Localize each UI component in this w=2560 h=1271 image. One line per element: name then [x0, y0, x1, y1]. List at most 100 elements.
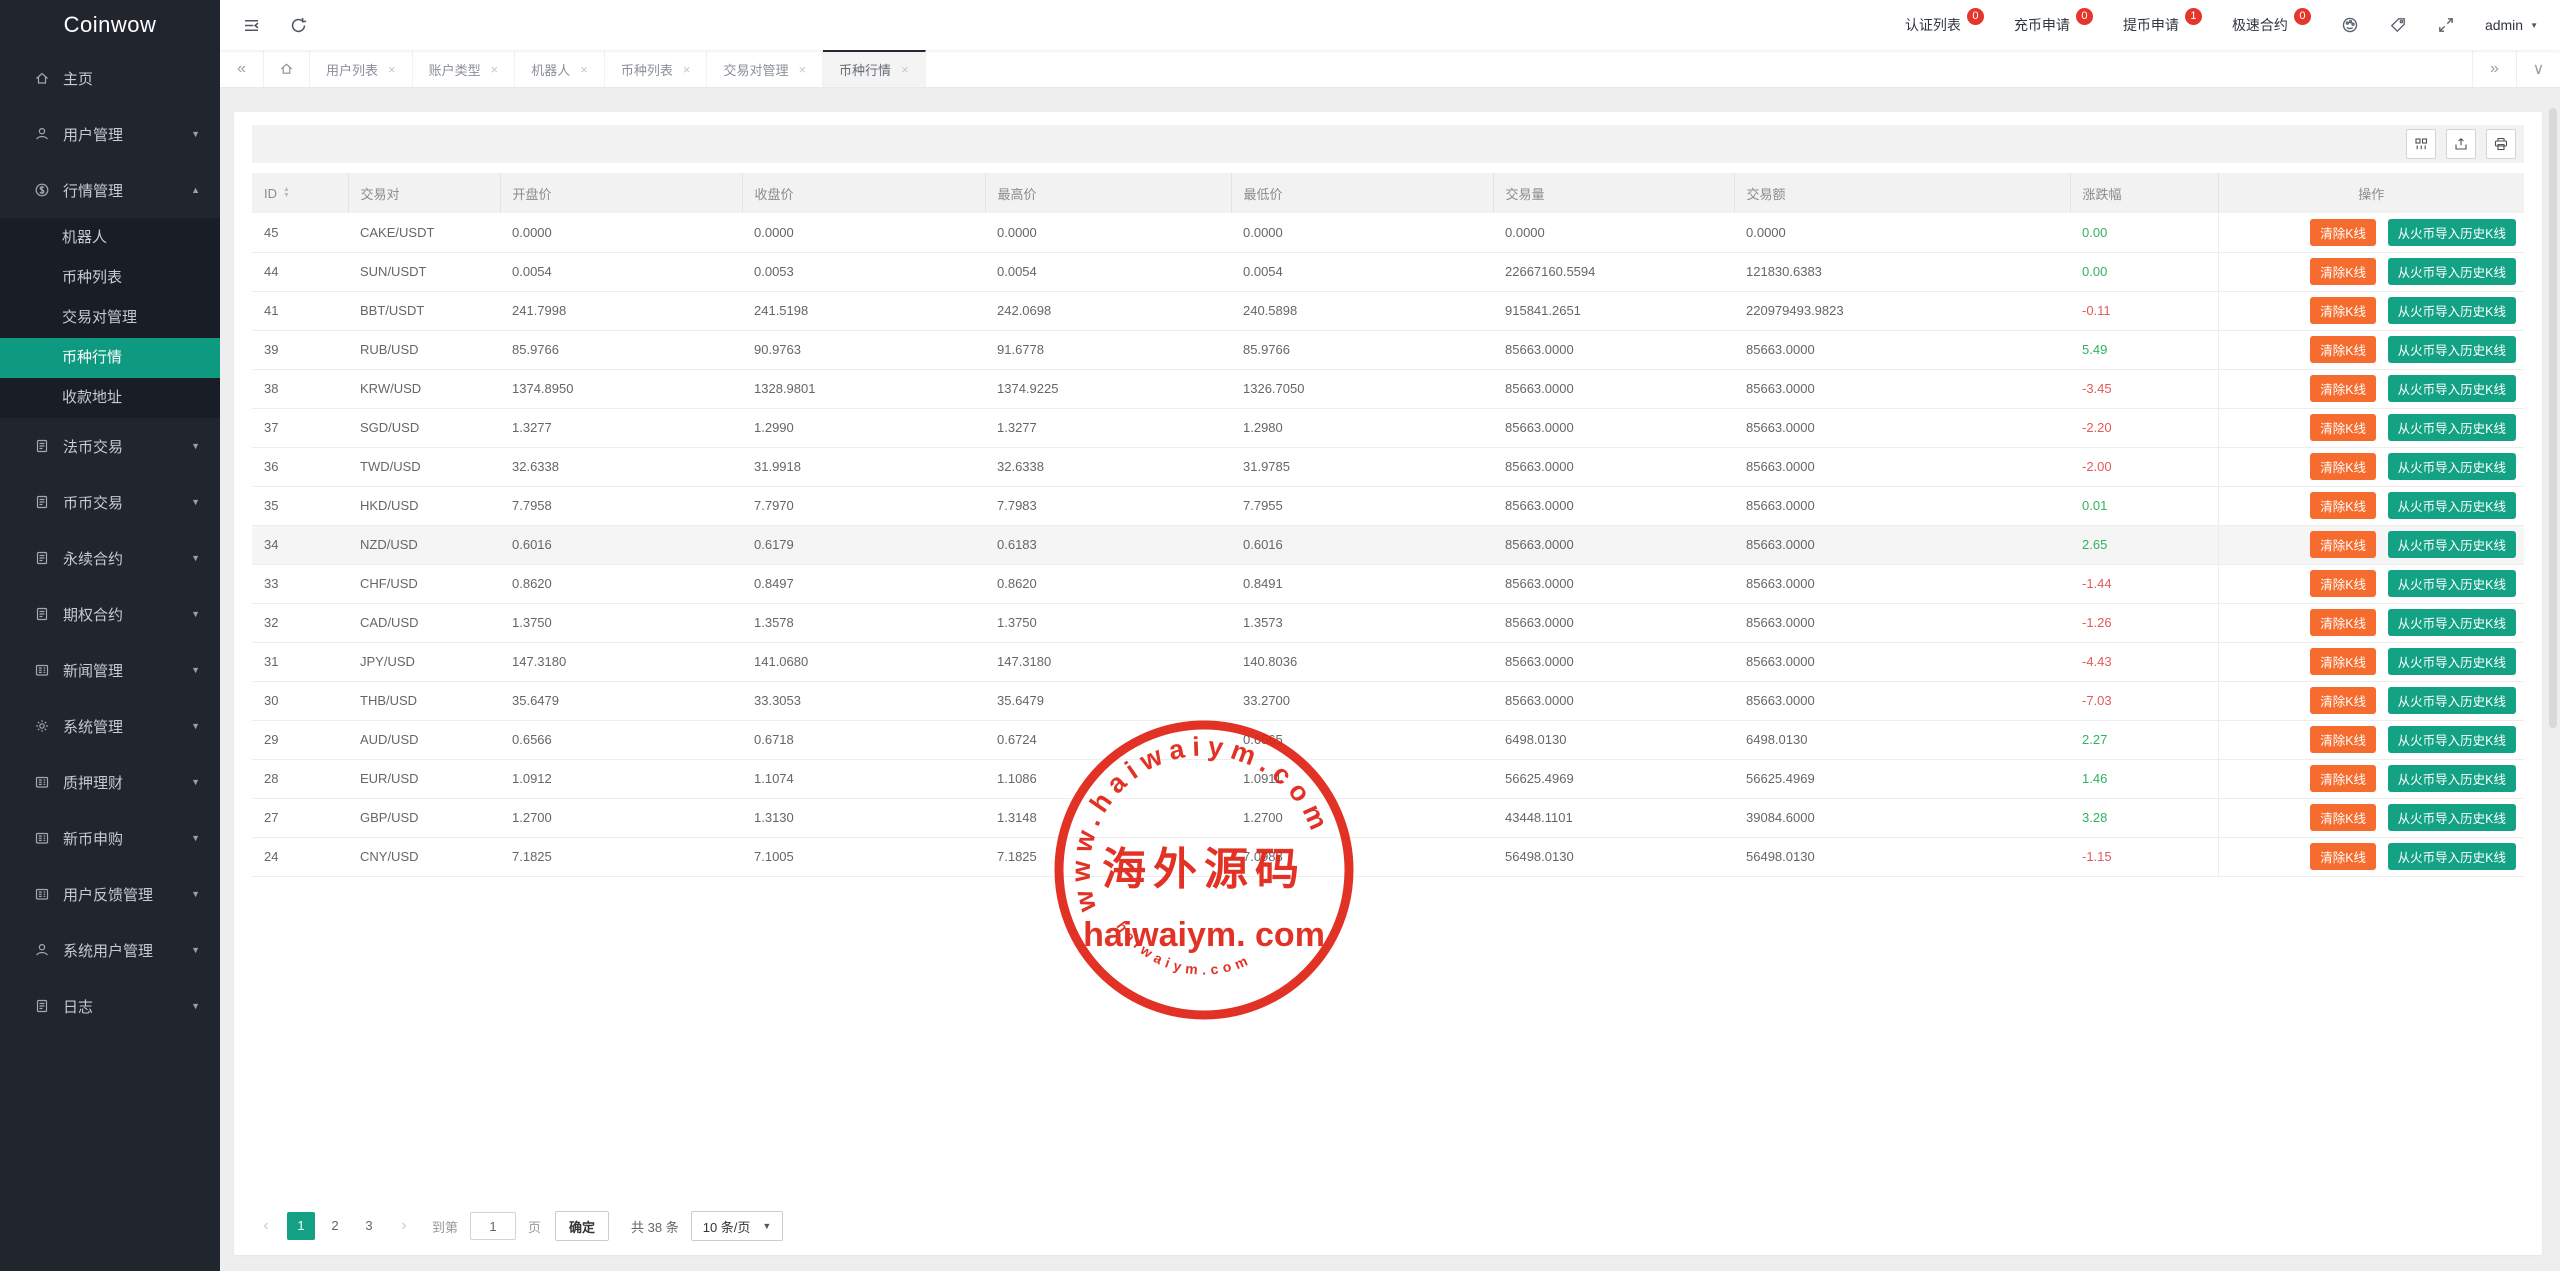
- export-button[interactable]: [2446, 129, 2476, 159]
- tabs-scroll-left[interactable]: «: [220, 50, 264, 87]
- import-kline-button[interactable]: 从火币导入历史K线: [2388, 726, 2516, 753]
- sidebar-item-options[interactable]: 期权合约 ▼: [0, 586, 220, 642]
- table-row[interactable]: 24 CNY/USD 7.1825 7.1005 7.1825 7.0988 5…: [252, 837, 2524, 876]
- clear-kline-button[interactable]: 清除K线: [2310, 765, 2376, 792]
- clear-kline-button[interactable]: 清除K线: [2310, 219, 2376, 246]
- import-kline-button[interactable]: 从火币导入历史K线: [2388, 258, 2516, 285]
- sidebar-item-deposit-address[interactable]: 收款地址: [0, 378, 220, 418]
- import-kline-button[interactable]: 从火币导入历史K线: [2388, 531, 2516, 558]
- fullscreen-icon[interactable]: [2437, 16, 2455, 34]
- table-row[interactable]: 29 AUD/USD 0.6566 0.6718 0.6724 0.6565 6…: [252, 720, 2524, 759]
- sidebar-item-feedback-mgmt[interactable]: 用户反馈管理 ▼: [0, 866, 220, 922]
- clear-kline-button[interactable]: 清除K线: [2310, 726, 2376, 753]
- clear-kline-button[interactable]: 清除K线: [2310, 453, 2376, 480]
- table-row[interactable]: 36 TWD/USD 32.6338 31.9918 32.6338 31.97…: [252, 447, 2524, 486]
- sidebar-item-home[interactable]: 主页: [0, 50, 220, 106]
- table-row[interactable]: 30 THB/USD 35.6479 33.3053 35.6479 33.27…: [252, 681, 2524, 720]
- tab-robot[interactable]: 机器人 ×: [515, 50, 605, 87]
- close-icon[interactable]: ×: [491, 62, 499, 77]
- clear-kline-button[interactable]: 清除K线: [2310, 570, 2376, 597]
- sidebar-item-fiat-trade[interactable]: 法币交易 ▼: [0, 418, 220, 474]
- prev-page-icon[interactable]: ‹: [252, 1212, 280, 1240]
- menu-deposit-request[interactable]: 充币申请 0: [2014, 15, 2093, 35]
- scrollbar-thumb[interactable]: [2549, 108, 2557, 728]
- menu-withdraw-request[interactable]: 提币申请 1: [2123, 15, 2202, 35]
- import-kline-button[interactable]: 从火币导入历史K线: [2388, 414, 2516, 441]
- clear-kline-button[interactable]: 清除K线: [2310, 375, 2376, 402]
- print-button[interactable]: [2486, 129, 2516, 159]
- sidebar-item-robot[interactable]: 机器人: [0, 218, 220, 258]
- table-row[interactable]: 35 HKD/USD 7.7958 7.7970 7.7983 7.7955 8…: [252, 486, 2524, 525]
- import-kline-button[interactable]: 从火币导入历史K线: [2388, 375, 2516, 402]
- tab-user-list[interactable]: 用户列表 ×: [310, 50, 413, 87]
- table-row[interactable]: 28 EUR/USD 1.0912 1.1074 1.1086 1.0911 5…: [252, 759, 2524, 798]
- import-kline-button[interactable]: 从火币导入历史K线: [2388, 687, 2516, 714]
- table-row[interactable]: 45 CAKE/USDT 0.0000 0.0000 0.0000 0.0000…: [252, 213, 2524, 252]
- table-row[interactable]: 32 CAD/USD 1.3750 1.3578 1.3750 1.3573 8…: [252, 603, 2524, 642]
- clear-kline-button[interactable]: 清除K线: [2310, 336, 2376, 363]
- confirm-button[interactable]: 确定: [555, 1211, 609, 1241]
- import-kline-button[interactable]: 从火币导入历史K线: [2388, 297, 2516, 324]
- clear-kline-button[interactable]: 清除K线: [2310, 804, 2376, 831]
- clear-kline-button[interactable]: 清除K线: [2310, 258, 2376, 285]
- sidebar-item-market-mgmt[interactable]: 行情管理 ▲: [0, 162, 220, 218]
- clear-kline-button[interactable]: 清除K线: [2310, 843, 2376, 870]
- import-kline-button[interactable]: 从火币导入历史K线: [2388, 336, 2516, 363]
- sidebar-item-user-mgmt[interactable]: 用户管理 ▼: [0, 106, 220, 162]
- import-kline-button[interactable]: 从火币导入历史K线: [2388, 570, 2516, 597]
- clear-kline-button[interactable]: 清除K线: [2310, 414, 2376, 441]
- refresh-icon[interactable]: [289, 16, 308, 35]
- sidebar-item-sys-user-mgmt[interactable]: 系统用户管理 ▼: [0, 922, 220, 978]
- clear-kline-button[interactable]: 清除K线: [2310, 648, 2376, 675]
- import-kline-button[interactable]: 从火币导入历史K线: [2388, 609, 2516, 636]
- admin-menu[interactable]: admin ▼: [2485, 17, 2538, 33]
- menu-fast-contract[interactable]: 极速合约 0: [2232, 15, 2311, 35]
- close-icon[interactable]: ×: [388, 62, 396, 77]
- clear-kline-button[interactable]: 清除K线: [2310, 531, 2376, 558]
- close-icon[interactable]: ×: [580, 62, 588, 77]
- page-button[interactable]: 3: [355, 1212, 383, 1240]
- tab-home[interactable]: [264, 50, 310, 87]
- tab-coin-list[interactable]: 币种列表 ×: [605, 50, 708, 87]
- table-row[interactable]: 34 NZD/USD 0.6016 0.6179 0.6183 0.6016 8…: [252, 525, 2524, 564]
- close-icon[interactable]: ×: [798, 62, 806, 77]
- menu-auth-list[interactable]: 认证列表 0: [1905, 15, 1984, 35]
- clear-kline-button[interactable]: 清除K线: [2310, 297, 2376, 324]
- clear-kline-button[interactable]: 清除K线: [2310, 492, 2376, 519]
- table-row[interactable]: 27 GBP/USD 1.2700 1.3130 1.3148 1.2700 4…: [252, 798, 2524, 837]
- page-button[interactable]: 2: [321, 1212, 349, 1240]
- table-row[interactable]: 41 BBT/USDT 241.7998 241.5198 242.0698 2…: [252, 291, 2524, 330]
- clear-kline-button[interactable]: 清除K线: [2310, 687, 2376, 714]
- sidebar-item-coin-market-active[interactable]: 币种行情: [0, 338, 220, 378]
- table-row[interactable]: 39 RUB/USD 85.9766 90.9763 91.6778 85.97…: [252, 330, 2524, 369]
- table-row[interactable]: 31 JPY/USD 147.3180 141.0680 147.3180 14…: [252, 642, 2524, 681]
- import-kline-button[interactable]: 从火币导入历史K线: [2388, 453, 2516, 480]
- column-filter-button[interactable]: [2406, 129, 2436, 159]
- theme-icon[interactable]: [2341, 16, 2359, 34]
- sidebar-item-new-coin[interactable]: 新币申购 ▼: [0, 810, 220, 866]
- import-kline-button[interactable]: 从火币导入历史K线: [2388, 804, 2516, 831]
- sidebar-item-system-mgmt[interactable]: 系统管理 ▼: [0, 698, 220, 754]
- sidebar-item-pair-mgmt[interactable]: 交易对管理: [0, 298, 220, 338]
- tab-account-type[interactable]: 账户类型 ×: [413, 50, 516, 87]
- sidebar-item-news-mgmt[interactable]: 新闻管理 ▼: [0, 642, 220, 698]
- import-kline-button[interactable]: 从火币导入历史K线: [2388, 219, 2516, 246]
- import-kline-button[interactable]: 从火币导入历史K线: [2388, 648, 2516, 675]
- sidebar-item-staking[interactable]: 质押理财 ▼: [0, 754, 220, 810]
- clear-kline-button[interactable]: 清除K线: [2310, 609, 2376, 636]
- close-icon[interactable]: ×: [683, 62, 691, 77]
- import-kline-button[interactable]: 从火币导入历史K线: [2388, 843, 2516, 870]
- sidebar-item-logs[interactable]: 日志 ▼: [0, 978, 220, 1034]
- collapse-menu-icon[interactable]: [242, 16, 261, 35]
- page-size-select[interactable]: 10 条/页 ▼: [691, 1211, 784, 1241]
- page-button[interactable]: 1: [287, 1212, 315, 1240]
- sort-icon[interactable]: ▲▼: [283, 187, 290, 199]
- next-page-icon[interactable]: ›: [390, 1212, 418, 1240]
- goto-page-input[interactable]: [470, 1212, 516, 1240]
- import-kline-button[interactable]: 从火币导入历史K线: [2388, 492, 2516, 519]
- table-row[interactable]: 44 SUN/USDT 0.0054 0.0053 0.0054 0.0054 …: [252, 252, 2524, 291]
- sidebar-item-perpetual[interactable]: 永续合约 ▼: [0, 530, 220, 586]
- sidebar-item-coin-list[interactable]: 币种列表: [0, 258, 220, 298]
- table-row[interactable]: 33 CHF/USD 0.8620 0.8497 0.8620 0.8491 8…: [252, 564, 2524, 603]
- tab-coin-market-active[interactable]: 币种行情 ×: [823, 50, 926, 87]
